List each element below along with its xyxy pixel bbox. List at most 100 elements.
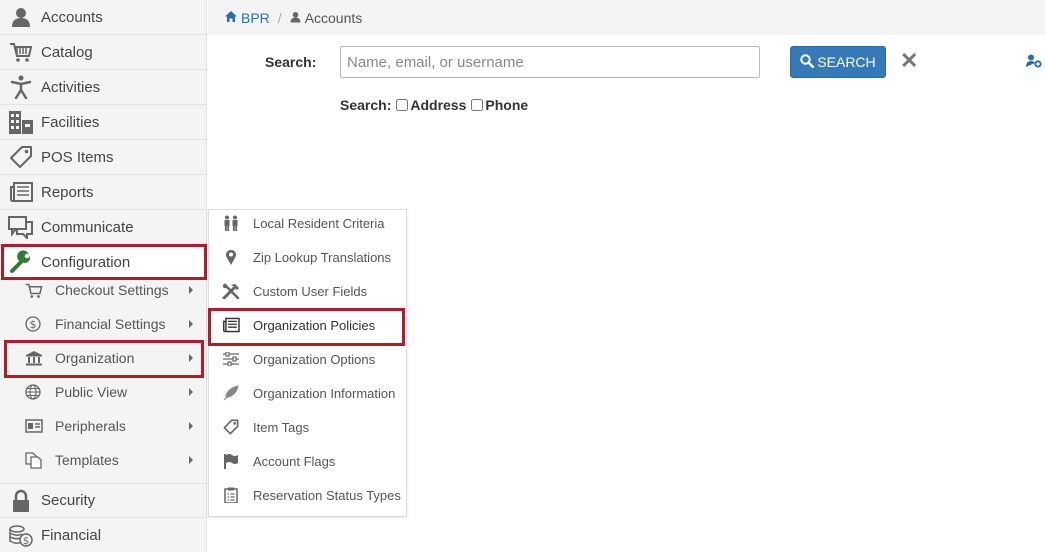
submenu-item-label: Checkout Settings (55, 282, 169, 298)
flyout-item-label: Organization Information (253, 385, 396, 401)
caret-right-icon (189, 388, 193, 396)
clipboard-icon (209, 487, 253, 503)
submenu-item-templates[interactable]: Templates (0, 443, 207, 477)
flyout-item-item-tags[interactable]: Item Tags (209, 410, 406, 444)
breadcrumb-home-label: BPR (241, 9, 270, 26)
caret-right-icon (189, 354, 193, 362)
search-button-label: SEARCH (817, 54, 876, 70)
sidebar-item-reports[interactable]: Reports (0, 175, 207, 210)
sidebar: Accounts Catalog Activities Facilities P… (0, 0, 207, 552)
breadcrumb-current: Accounts (290, 9, 363, 26)
map-pin-icon (209, 249, 253, 265)
sidebar-item-accounts[interactable]: Accounts (0, 0, 207, 35)
wrench-icon (0, 250, 41, 274)
flyout-item-custom-user-fields[interactable]: Custom User Fields (209, 274, 406, 308)
flyout-item-organization-policies[interactable]: Organization Policies (209, 308, 406, 342)
add-user-icon[interactable] (1026, 54, 1042, 73)
address-label: Address (410, 97, 467, 113)
dollar-circle-icon: $ (0, 316, 55, 332)
submenu-item-label: Financial Settings (55, 316, 166, 332)
sidebar-item-communicate[interactable]: Communicate (0, 210, 207, 245)
sidebar-item-label: Catalog (41, 43, 93, 61)
submenu-item-label: Organization (55, 350, 135, 366)
breadcrumb: BPR / Accounts (208, 0, 1045, 35)
people-icon (209, 215, 253, 231)
tools-icon (209, 283, 253, 299)
lock-icon (0, 489, 41, 513)
address-checkbox[interactable] (396, 99, 409, 111)
search-filters: Search: Address Phone (340, 97, 528, 113)
flyout-item-label: Zip Lookup Translations (253, 249, 392, 265)
tag-icon (0, 145, 41, 169)
sidebar-item-financial[interactable]: $ Financial (0, 518, 207, 552)
user-icon (0, 7, 41, 27)
breadcrumb-home[interactable]: BPR (224, 10, 270, 26)
submenu-item-label: Public View (55, 384, 128, 400)
user-icon (290, 10, 301, 26)
building-icon (0, 110, 41, 134)
caret-right-icon (189, 422, 193, 430)
filter-phone[interactable]: Phone (471, 97, 528, 113)
cart-icon (0, 42, 41, 62)
submenu-item-public-view[interactable]: Public View (0, 375, 207, 409)
search-input[interactable] (340, 46, 760, 78)
sidebar-item-label: Security (41, 492, 96, 509)
sidebar-item-label: Communicate (41, 218, 134, 236)
flyout-item-local-resident-criteria[interactable]: Local Resident Criteria (209, 206, 406, 240)
sidebar-item-label: Configuration (41, 253, 131, 271)
globe-icon (0, 384, 55, 400)
tag-icon (209, 419, 253, 435)
flyout-item-label: Organization Policies (253, 317, 376, 333)
caret-right-icon (189, 286, 193, 294)
sidebar-item-security[interactable]: Security (0, 483, 207, 518)
submenu-item-label: Peripherals (55, 418, 126, 434)
breadcrumb-current-label: Accounts (304, 9, 363, 26)
flyout-item-label: Local Resident Criteria (253, 215, 385, 231)
organization-flyout-menu: Local Resident Criteria Zip Lookup Trans… (208, 209, 407, 517)
flyout-item-label: Custom User Fields (253, 283, 368, 299)
submenu-item-financial-settings[interactable]: $ Financial Settings (0, 307, 207, 341)
sidebar-item-activities[interactable]: Activities (0, 70, 207, 105)
clear-search-button[interactable]: ✕ (900, 50, 918, 72)
breadcrumb-separator: / (277, 9, 282, 26)
sliders-icon (209, 352, 253, 366)
flyout-item-reservation-status-types[interactable]: Reservation Status Types (209, 478, 406, 512)
phone-checkbox[interactable] (471, 99, 484, 111)
search-button[interactable]: SEARCH (790, 46, 886, 78)
submenu-item-label: Templates (55, 452, 119, 468)
feather-icon (209, 385, 253, 401)
submenu-item-peripherals[interactable]: Peripherals (0, 409, 207, 443)
caret-right-icon (189, 456, 193, 464)
flyout-item-label: Account Flags (253, 453, 336, 469)
svg-text:$: $ (30, 318, 37, 331)
flyout-item-account-flags[interactable]: Account Flags (209, 444, 406, 478)
newspaper-icon (0, 181, 41, 203)
search-label: Search: (265, 54, 317, 70)
sidebar-item-facilities[interactable]: Facilities (0, 105, 207, 140)
filter-address[interactable]: Address (396, 97, 466, 113)
flyout-item-organization-options[interactable]: Organization Options (209, 342, 406, 376)
submenu-item-organization[interactable]: Organization (0, 341, 207, 375)
filter-label: Search: (340, 97, 392, 113)
caret-right-icon (189, 320, 193, 328)
sidebar-item-label: Reports (41, 183, 94, 201)
sidebar-item-label: Financial (41, 527, 102, 544)
home-icon (224, 10, 238, 26)
chat-icon (0, 215, 41, 239)
copy-icon (0, 451, 55, 469)
coins-icon: $ (0, 524, 41, 548)
sidebar-item-pos-items[interactable]: POS Items (0, 140, 207, 175)
sidebar-item-label: Activities (41, 78, 101, 96)
flyout-item-label: Organization Options (253, 351, 376, 367)
phone-label: Phone (485, 97, 529, 113)
flyout-item-organization-information[interactable]: Organization Information (209, 376, 406, 410)
sidebar-item-label: Accounts (41, 8, 103, 26)
sidebar-item-label: Facilities (41, 113, 100, 131)
flag-icon (209, 453, 253, 469)
flyout-item-label: Item Tags (253, 419, 310, 435)
submenu-item-checkout-settings[interactable]: Checkout Settings (0, 273, 207, 307)
search-icon (800, 53, 815, 71)
bank-icon (0, 350, 55, 366)
flyout-item-zip-lookup-translations[interactable]: Zip Lookup Translations (209, 240, 406, 274)
sidebar-item-catalog[interactable]: Catalog (0, 35, 207, 70)
